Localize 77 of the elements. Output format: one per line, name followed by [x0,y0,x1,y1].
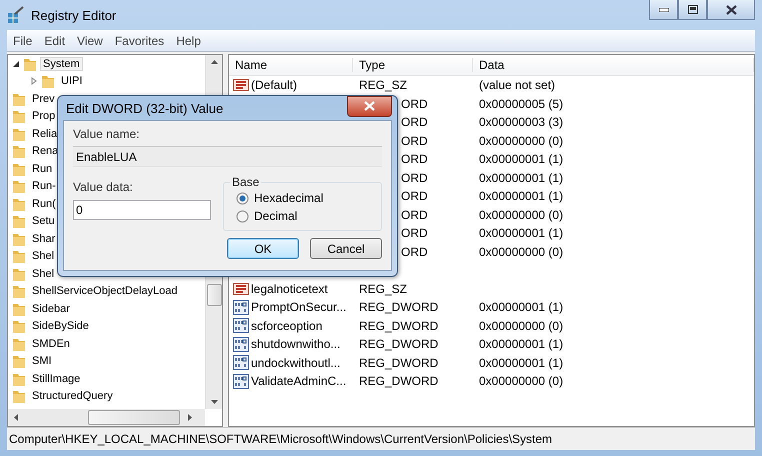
value-data: 0x00000000 (0) [479,244,564,259]
tree-item[interactable]: SideBySide [29,319,92,334]
tree-item[interactable]: Prev [29,92,58,106]
tree-item[interactable]: Prop [29,109,58,124]
value-type: ORD [401,226,428,240]
value-type: ORD [401,244,428,259]
value-type: REG_DWORD [359,300,438,314]
value-name-field: EnableLUA [73,146,382,167]
value-name: legalnoticetext [251,282,328,296]
menu-item[interactable]: Edit [38,34,72,48]
value-data: 0x00000000 (0) [479,134,564,148]
tree-item[interactable]: Sidebar [29,302,73,316]
cancel-button[interactable]: Cancel [310,238,382,259]
value-data: 0x00000000 (0) [479,208,564,222]
value-data: 0x00000001 (1) [479,152,564,166]
value-data: (value not set) [479,78,556,92]
value-type: REG_DWORD [359,374,438,388]
column-header[interactable]: Type [353,58,473,72]
value-data: 0x00000001 (1) [479,337,564,352]
value-data: 0x00000003 (3) [479,115,564,130]
value-type: ORD [401,115,428,130]
value-data: 0x00000000 (0) [479,318,564,333]
value-type: ORD [401,134,428,148]
menu-item[interactable]: Favorites [108,34,170,48]
menu-item[interactable]: File [7,34,38,48]
value-data: 0x00000001 (1) [479,189,564,204]
window-title: Registry Editor [31,8,118,22]
value-name: shutdownwitho... [251,337,340,352]
column-header[interactable]: Data [473,58,754,72]
value-type: ORD [401,152,428,166]
tree-item[interactable]: Run- [29,179,59,194]
radio-label[interactable]: Decimal [254,209,298,223]
field-label: Value name: [73,127,140,141]
value-type: ORD [401,96,428,111]
tree-item[interactable]: SMI [29,354,55,368]
value-type: REG_SZ [359,282,408,296]
value-type: REG_DWORD [359,337,438,352]
status-path: Computer\HKEY_LOCAL_MACHINE\SOFTWARE\Microsoft\Windows\CurrentVersion\Policies\System [9,432,552,446]
value-type: REG_DWORD [359,318,438,333]
menu-item[interactable]: Help [170,34,207,48]
tree-item[interactable]: Run [29,162,56,176]
tree-item[interactable]: StructuredQuery [29,389,116,404]
radio-label[interactable]: Hexadecimal [254,191,324,205]
tree-item[interactable]: Run( [29,196,59,211]
tree-item[interactable]: SMDEn [29,336,73,351]
tree-item[interactable]: Shel [29,249,58,264]
value-data: 0x00000001 (1) [479,300,564,314]
field-label: Value data: [73,180,134,194]
value-type: ORD [401,189,428,204]
tree-item[interactable]: UIPI [58,74,86,88]
group-label: Base [231,175,260,189]
ok-button[interactable]: OK [227,238,299,259]
tree-item[interactable]: Shel [29,266,58,281]
tree-item[interactable]: Shar [29,232,58,246]
value-name: (Default) [251,78,298,92]
value-data: 0x00000001 (1) [479,170,564,185]
column-header[interactable]: Name [229,58,353,72]
value-type: REG_SZ [359,78,408,92]
value-data: 0x00000001 (1) [479,356,564,370]
value-name: ValidateAdminC... [251,374,346,388]
value-name: PromptOnSecur... [251,300,346,314]
dialog-title: Edit DWORD (32-bit) Value [65,100,224,116]
value-type: ORD [401,208,428,222]
tree-item[interactable]: Relia [29,126,60,141]
value-data: 0x00000005 (5) [479,96,564,111]
value-type: REG_DWORD [359,356,438,370]
tree-item[interactable]: StillImage [29,372,84,386]
value-type: ORD [401,170,428,185]
value-data-field[interactable]: 0 [73,200,211,220]
menu-item[interactable]: View [71,34,109,48]
value-data: 0x00000000 (0) [479,374,564,388]
value-name: undockwithoutl... [251,356,340,370]
value-name: scforceoption [251,318,322,333]
value-data: 0x00000001 (1) [479,226,564,240]
tree-item[interactable]: Setu [29,214,58,228]
tree-item[interactable]: ShellServiceObjectDelayLoad [29,284,181,298]
tree-item[interactable]: System [40,56,83,71]
